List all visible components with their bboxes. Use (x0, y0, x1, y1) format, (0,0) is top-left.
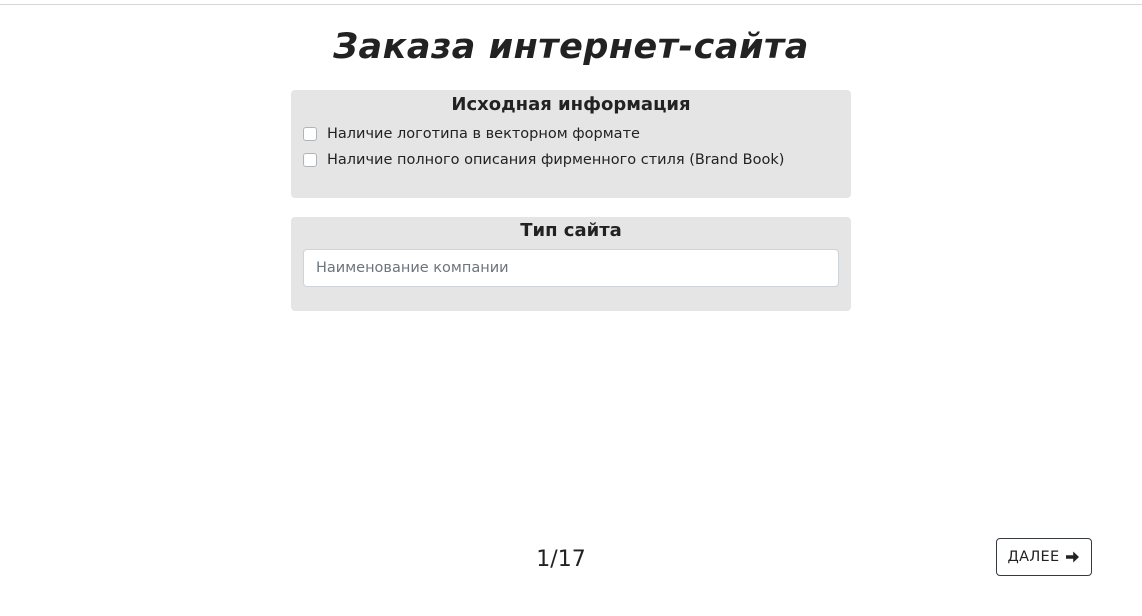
arrow-right-icon (1065, 550, 1080, 564)
logo-vector-option[interactable]: Наличие логотипа в векторном формате (303, 124, 640, 144)
company-name-input[interactable]: Наименование компании (303, 249, 839, 287)
logo-vector-label[interactable]: Наличие логотипа в векторном формате (327, 126, 640, 142)
logo-vector-checkbox[interactable] (303, 127, 317, 141)
site-type-card: Тип сайта Наименование компании (291, 217, 851, 311)
brand-book-label[interactable]: Наличие полного описания фирменного стил… (327, 152, 784, 168)
brand-book-checkbox[interactable] (303, 153, 317, 167)
source-info-heading: Исходная информация (451, 94, 691, 115)
page-counter: 1/17 (536, 547, 586, 572)
order-form-page: Заказа интернет-сайта Исходная информаци… (0, 0, 1142, 616)
source-info-card: Исходная информация Наличие логотипа в в… (291, 90, 851, 198)
next-button-label: ДАЛЕЕ (1007, 549, 1060, 565)
page-title: Заказа интернет-сайта (333, 27, 809, 67)
top-divider (0, 4, 1142, 5)
next-button[interactable]: ДАЛЕЕ (996, 538, 1092, 576)
brand-book-option[interactable]: Наличие полного описания фирменного стил… (303, 150, 784, 170)
site-type-heading: Тип сайта (520, 220, 622, 241)
company-name-placeholder: Наименование компании (316, 260, 509, 276)
